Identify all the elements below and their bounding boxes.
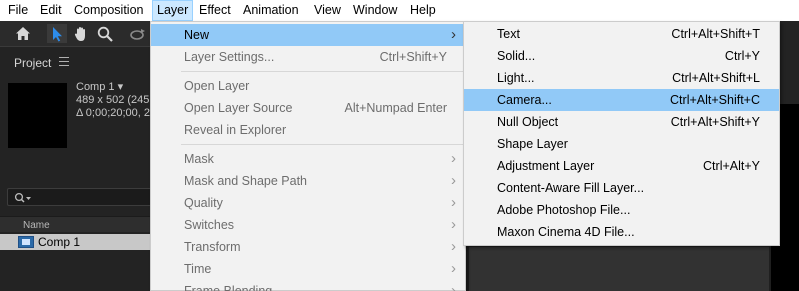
layer-menu-item-layer-settings[interactable]: Layer Settings... Ctrl+Shift+Y [151, 46, 465, 68]
project-panel-title[interactable]: Project [14, 56, 51, 70]
menu-help[interactable]: Help [406, 0, 440, 21]
new-menu-item-maxon-cinema-4d-file[interactable]: Maxon Cinema 4D File... [464, 221, 779, 243]
menu-layer[interactable]: Layer [152, 0, 194, 21]
menu-item-label: New [184, 28, 210, 42]
menu-composition[interactable]: Composition [70, 0, 147, 21]
project-search-input[interactable] [7, 188, 153, 206]
menu-window[interactable]: Window [349, 0, 401, 21]
new-menu-item-camera[interactable]: Camera... Ctrl+Alt+Shift+C [464, 89, 779, 111]
menu-item-label: Frame Blending [184, 284, 273, 291]
menu-item-label: Reveal in Explorer [184, 123, 287, 137]
layer-menu-item-transform[interactable]: Transform › [151, 236, 465, 258]
layer-menu-item-mask[interactable]: Mask › [151, 148, 465, 170]
menu-item-shortcut: Ctrl+Alt+Shift+L [672, 71, 760, 85]
layer-menu: New › Layer Settings... Ctrl+Shift+Y Open La… [150, 21, 466, 291]
menu-item-label: Null Object [497, 115, 559, 129]
menu-item-shortcut: Ctrl+Y [724, 49, 760, 63]
chevron-right-icon: › [451, 282, 456, 291]
project-item-name: Comp 1 [38, 235, 81, 249]
comp-info: Comp 1 ▾ 489 x 502 (245 Δ 0;00;20;00, 29 [76, 81, 156, 120]
menu-item-label: Time [184, 262, 212, 276]
home-icon[interactable] [13, 24, 33, 43]
layer-menu-item-mask-and-shape-path[interactable]: Mask and Shape Path › [151, 170, 465, 192]
layer-menu-item-frame-blending[interactable]: Frame Blending › [151, 280, 465, 291]
menu-item-label: Switches [184, 218, 235, 232]
zoom-icon[interactable] [95, 24, 115, 43]
comp-thumbnail [8, 83, 67, 148]
menu-edit[interactable]: Edit [36, 0, 66, 21]
search-icon [14, 192, 31, 203]
project-panel: Comp 1 ▾ 489 x 502 (245 Δ 0;00;20;00, 29… [0, 76, 156, 291]
name-column-header[interactable]: Name [0, 216, 153, 232]
menu-item-shortcut: Ctrl+Alt+Shift+C [670, 93, 760, 107]
hand-icon[interactable] [71, 24, 91, 43]
chevron-right-icon: › [451, 216, 456, 233]
rotate-icon[interactable] [128, 24, 148, 43]
menu-item-label: Quality [184, 196, 223, 210]
layer-menu-item-quality[interactable]: Quality › [151, 192, 465, 214]
new-menu-item-light[interactable]: Light... Ctrl+Alt+Shift+L [464, 67, 779, 89]
new-menu-item-adjustment-layer[interactable]: Adjustment Layer Ctrl+Alt+Y [464, 155, 779, 177]
menu-item-label: Mask [184, 152, 214, 166]
comp-name[interactable]: Comp 1 ▾ [76, 81, 156, 94]
panel-menu-icon[interactable] [59, 57, 69, 66]
menu-separator [181, 144, 463, 145]
menu-item-label: Content-Aware Fill Layer... [497, 181, 645, 195]
tools-panel [0, 21, 153, 46]
menu-item-label: Adobe Photoshop File... [497, 203, 631, 217]
menu-item-shortcut: Ctrl+Shift+Y [379, 50, 447, 64]
layer-menu-item-time[interactable]: Time › [151, 258, 465, 280]
menu-separator [181, 71, 463, 72]
chevron-right-icon: › [451, 194, 456, 211]
menu-item-label: Open Layer Source [184, 101, 293, 115]
menu-view[interactable]: View [310, 0, 345, 21]
new-menu-item-text[interactable]: Text Ctrl+Alt+Shift+T [464, 23, 779, 45]
menu-item-label: Solid... [497, 49, 536, 63]
menu-item-label: Adjustment Layer [497, 159, 595, 173]
menu-item-shortcut: Ctrl+Alt+Y [703, 159, 760, 173]
menu-item-shortcut: Ctrl+Alt+Shift+T [671, 27, 760, 41]
menu-item-label: Maxon Cinema 4D File... [497, 225, 635, 239]
new-menu-item-shape-layer[interactable]: Shape Layer [464, 133, 779, 155]
menu-animation[interactable]: Animation [239, 0, 303, 21]
menu-item-label: Text [497, 27, 520, 41]
viewer-area [469, 247, 769, 291]
menu-effect[interactable]: Effect [195, 0, 235, 21]
new-menu-item-adobe-photoshop-file[interactable]: Adobe Photoshop File... [464, 199, 779, 221]
menu-item-label: Mask and Shape Path [184, 174, 307, 188]
menu-item-label: Light... [497, 71, 535, 85]
layer-menu-item-reveal-in-explorer[interactable]: Reveal in Explorer [151, 119, 465, 141]
project-panel-header: Project [0, 46, 153, 76]
menu-item-label: Transform [184, 240, 241, 254]
chevron-right-icon: › [451, 238, 456, 255]
comp-dimensions: 489 x 502 (245 [76, 94, 150, 106]
layer-menu-item-open-layer-source[interactable]: Open Layer Source Alt+Numpad Enter [151, 97, 465, 119]
selection-arrow-icon[interactable] [47, 24, 67, 43]
composition-icon [18, 236, 34, 248]
layer-menu-item-open-layer[interactable]: Open Layer [151, 75, 465, 97]
comp-duration: Δ 0;00;20;00, 29 [76, 107, 157, 119]
new-menu-item-content-aware-fill-layer[interactable]: Content-Aware Fill Layer... [464, 177, 779, 199]
new-menu-item-solid[interactable]: Solid... Ctrl+Y [464, 45, 779, 67]
menu-item-shortcut: Alt+Numpad Enter [344, 101, 447, 115]
new-menu-item-null-object[interactable]: Null Object Ctrl+Alt+Shift+Y [464, 111, 779, 133]
new-layer-submenu: Text Ctrl+Alt+Shift+T Solid... Ctrl+Y Light.… [463, 21, 780, 246]
menu-item-label: Layer Settings... [184, 50, 275, 64]
project-item-row[interactable]: Comp 1 [0, 234, 153, 250]
menu-bar: File Edit Composition Layer Effect Animation V… [0, 0, 799, 21]
menu-item-label: Shape Layer [497, 137, 568, 151]
chevron-right-icon: › [451, 260, 456, 277]
name-column-label: Name [23, 220, 50, 231]
chevron-right-icon: › [451, 150, 456, 167]
menu-item-shortcut: Ctrl+Alt+Shift+Y [670, 115, 760, 129]
menu-item-label: Camera... [497, 93, 552, 107]
layer-menu-item-new[interactable]: New › [151, 24, 465, 46]
chevron-right-icon: › [451, 172, 456, 189]
menu-item-label: Open Layer [184, 79, 250, 93]
chevron-right-icon: › [451, 26, 456, 43]
menu-file[interactable]: File [4, 0, 32, 21]
layer-menu-item-switches[interactable]: Switches › [151, 214, 465, 236]
